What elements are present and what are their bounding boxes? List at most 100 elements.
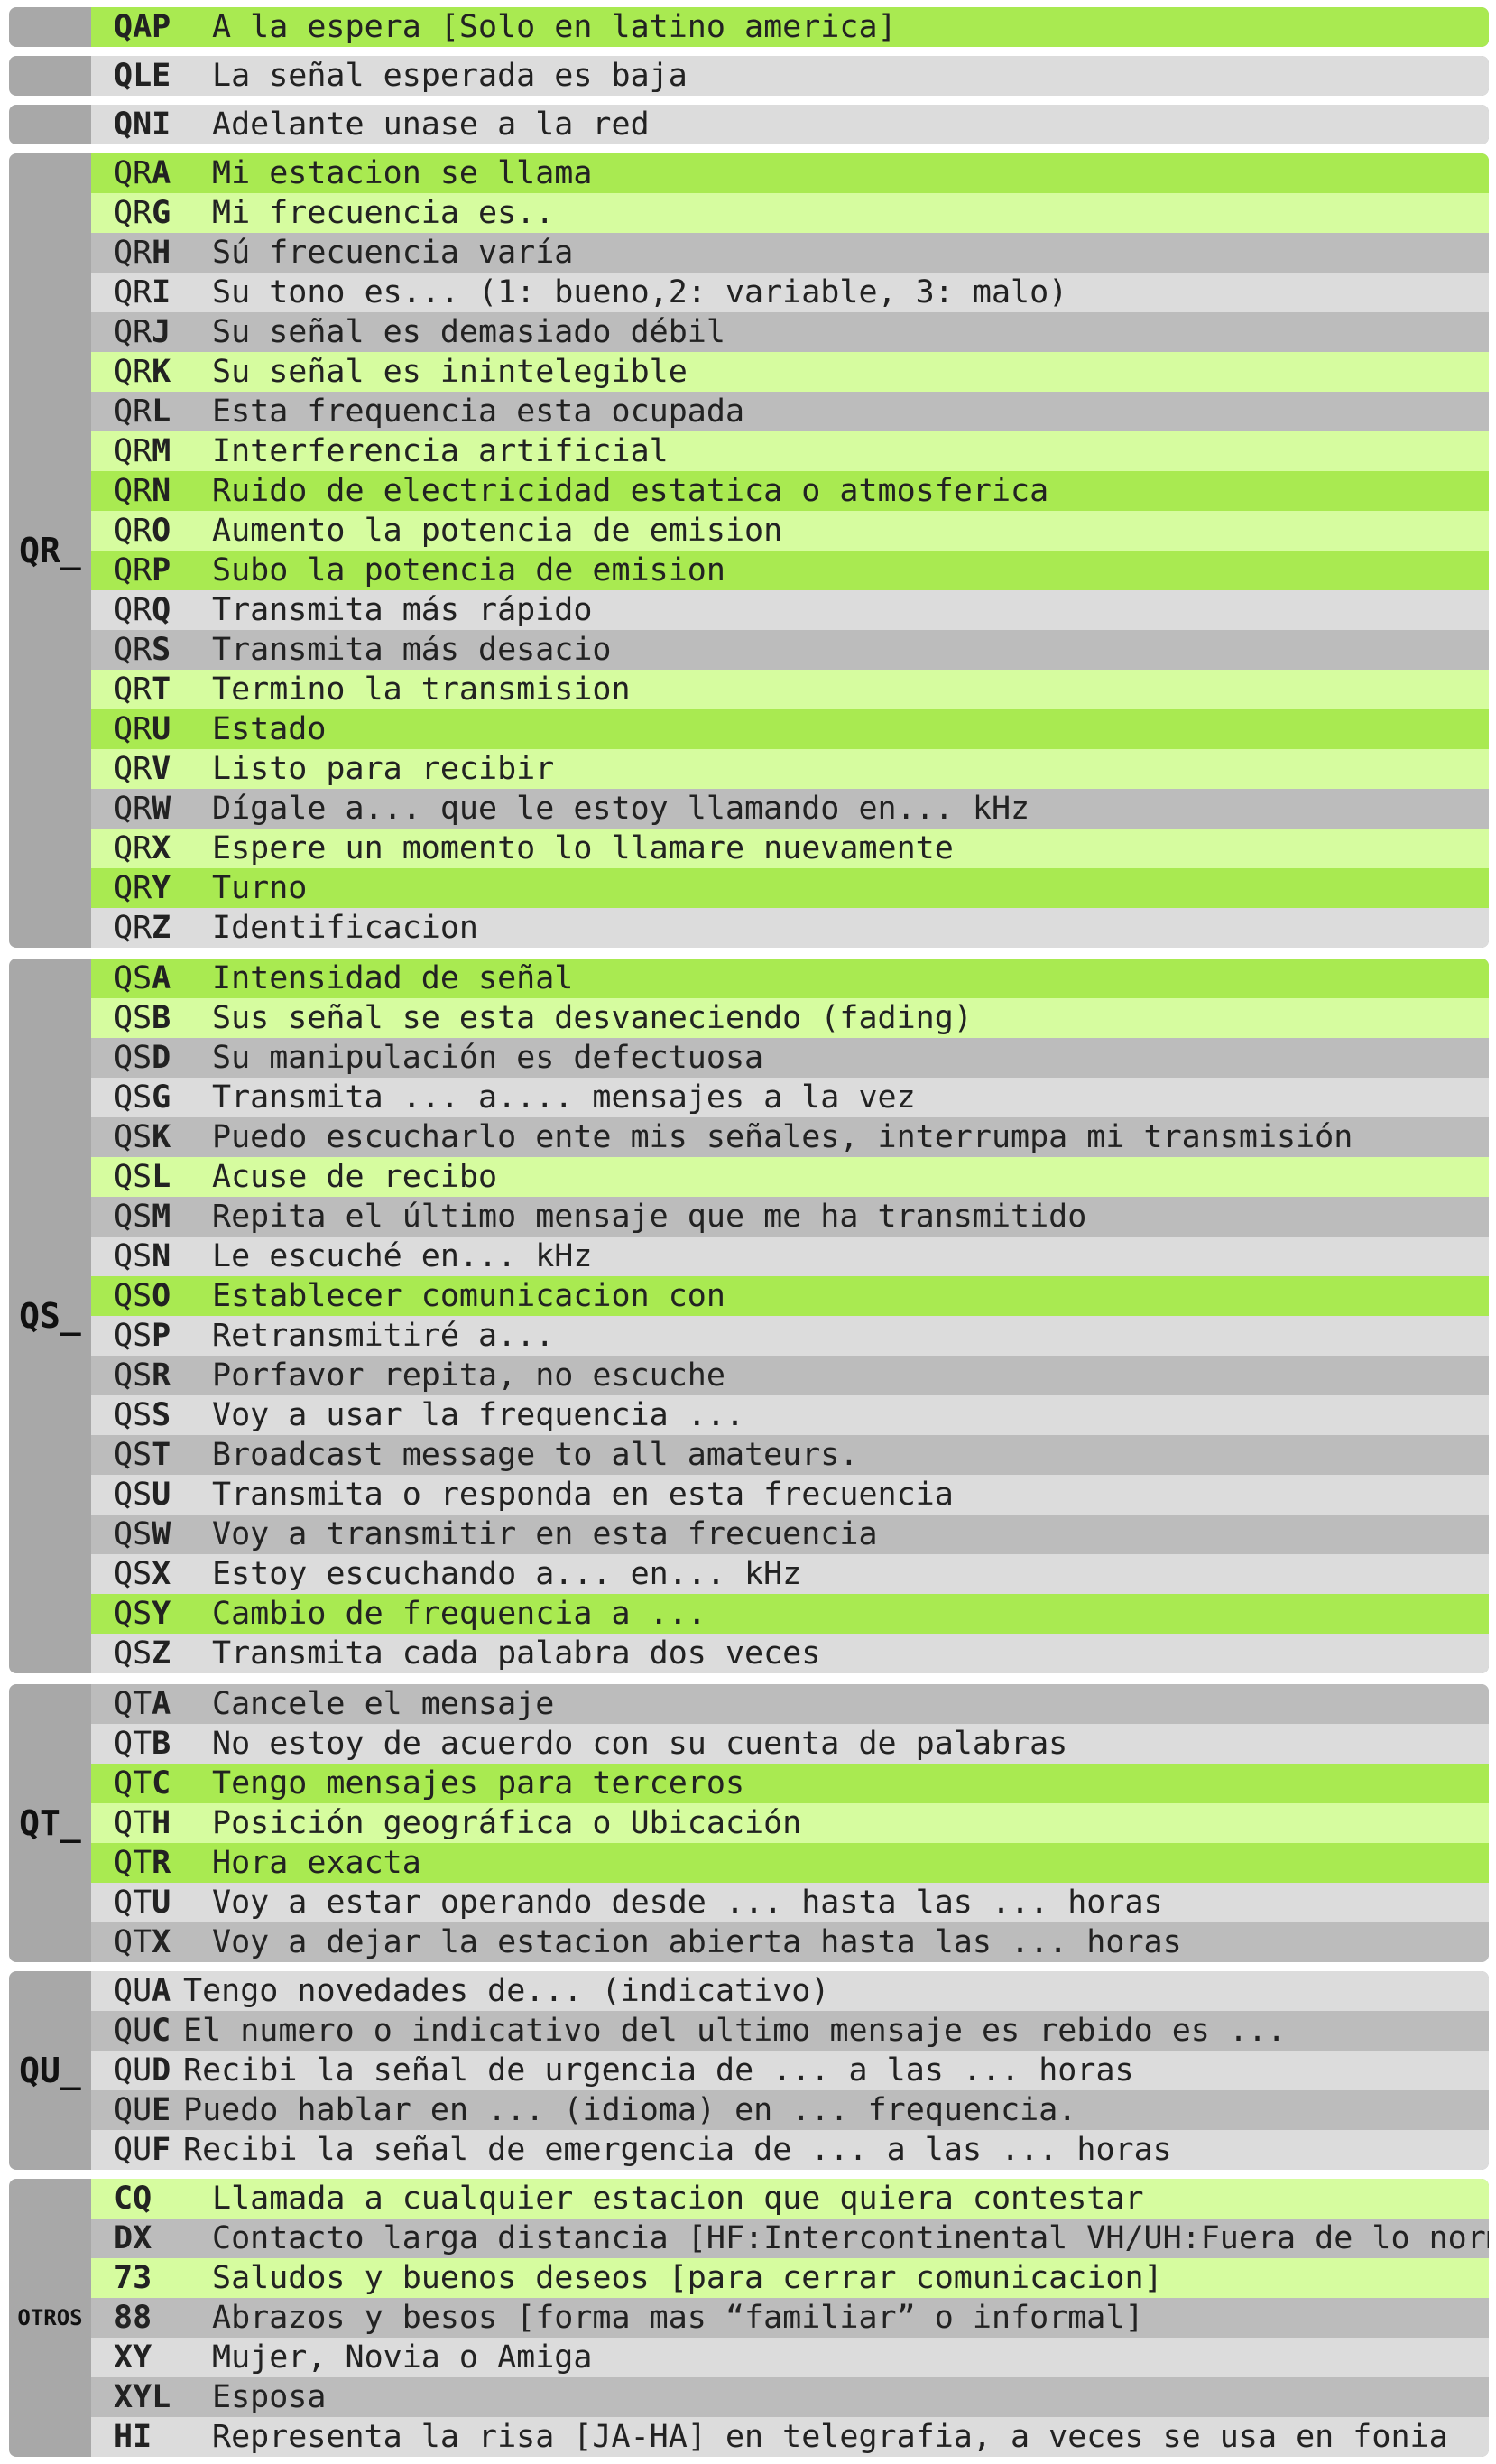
- code-row: QRZ Identificacion: [91, 908, 1489, 948]
- code-description: El numero o indicativo del ultimo mensaj…: [183, 2013, 1287, 2049]
- code-row: DX Contacto larga distancia [HF:Intercont…: [91, 2219, 1489, 2258]
- code-prefix: QR: [114, 632, 152, 668]
- code-row: QTB No estoy de acuerdo con su cuenta de …: [91, 1724, 1489, 1764]
- code-suffix: L: [152, 1159, 171, 1195]
- code-prefix: QS: [114, 1278, 152, 1314]
- code-description: Mi estacion se llama: [212, 155, 593, 191]
- code-description: Voy a dejar la estacion abierta hasta la…: [212, 1924, 1182, 1960]
- code-prefix: QU: [114, 2013, 152, 2049]
- code-abbreviation: QSD: [91, 1040, 193, 1076]
- code-prefix: QT: [114, 1885, 152, 1921]
- code-suffix: X: [152, 1924, 171, 1960]
- code-description: Subo la potencia de emision: [212, 552, 725, 588]
- code-prefix: QS: [114, 1318, 152, 1354]
- code-description: Cambio de frequencia a ...: [212, 1596, 706, 1632]
- code-abbreviation: QRK: [91, 354, 193, 390]
- code-abbreviation: QUD: [91, 2052, 171, 2089]
- code-row: QSL Acuse de recibo: [91, 1157, 1489, 1197]
- code-abbreviation: CQ: [91, 2181, 193, 2217]
- code-description: Hora exacta: [212, 1845, 421, 1881]
- code-prefix: QR: [114, 830, 152, 866]
- code-description: Establecer comunicacion con: [212, 1278, 725, 1314]
- code-suffix: P: [152, 1318, 171, 1354]
- code-row: QLE La señal esperada es baja: [91, 56, 1489, 96]
- code-row: QRN Ruido de electricidad estatica o atmo…: [91, 471, 1489, 511]
- code-prefix: QU: [114, 2052, 152, 2089]
- code-prefix: QR: [114, 751, 152, 787]
- code-suffix: J: [152, 314, 171, 350]
- code-suffix: B: [152, 1000, 171, 1036]
- code-row: QSR Porfavor repita, no escuche: [91, 1356, 1489, 1395]
- code-row: QRM Interferencia artificial: [91, 431, 1489, 471]
- code-suffix: N: [152, 473, 171, 509]
- code-description: Recibi la señal de emergencia de ... a l…: [183, 2132, 1172, 2168]
- code-prefix: QT: [114, 1805, 152, 1841]
- code-description: Posición geográfica o Ubicación: [212, 1805, 802, 1841]
- code-description: Listo para recibir: [212, 751, 555, 787]
- code-prefix: QR: [114, 910, 152, 946]
- code-row: QSB Sus señal se esta desvaneciendo (fadi…: [91, 998, 1489, 1038]
- code-group: QNI Adelante unase a la red: [9, 105, 1489, 144]
- code-suffix: Q: [152, 592, 171, 628]
- code-prefix: QR: [114, 354, 152, 390]
- code-row: QSO Establecer comunicacion con: [91, 1276, 1489, 1316]
- code-row: QSY Cambio de frequencia a ...: [91, 1594, 1489, 1634]
- code-suffix: XYL: [114, 2379, 171, 2415]
- code-description: Saludos y buenos deseos [para cerrar com…: [212, 2260, 1163, 2296]
- code-row: QUE Puedo hablar en ... (idioma) en ... f…: [91, 2090, 1489, 2130]
- code-abbreviation: QTB: [91, 1726, 193, 1762]
- code-suffix: M: [152, 433, 171, 469]
- code-row: QRT Termino la transmision: [91, 670, 1489, 709]
- code-row: QRY Turno: [91, 868, 1489, 908]
- code-row: QRP Subo la potencia de emision: [91, 551, 1489, 590]
- group-rows: QSA Intensidad de señal QSB Sus señal se es…: [91, 959, 1489, 1673]
- code-description: Puedo escucharlo ente mis señales, inter…: [212, 1119, 1353, 1155]
- code-prefix: QT: [114, 1924, 152, 1960]
- code-prefix: QS: [114, 960, 152, 996]
- code-suffix: 73: [114, 2260, 152, 2296]
- code-suffix: Y: [152, 870, 171, 906]
- code-abbreviation: QNI: [91, 107, 193, 143]
- code-prefix: QR: [114, 155, 152, 191]
- code-prefix: QS: [114, 1635, 152, 1672]
- code-row: QSA Intensidad de señal: [91, 959, 1489, 998]
- code-description: Tengo novedades de... (indicativo): [183, 1973, 830, 2009]
- code-abbreviation: QRV: [91, 751, 193, 787]
- code-suffix: Z: [152, 1635, 171, 1672]
- code-abbreviation: QRY: [91, 870, 193, 906]
- code-prefix: QR: [114, 711, 152, 747]
- code-abbreviation: QST: [91, 1437, 193, 1473]
- code-abbreviation: QRH: [91, 235, 193, 271]
- code-abbreviation: QSU: [91, 1477, 193, 1513]
- code-prefix: QR: [114, 592, 152, 628]
- code-prefix: QR: [114, 433, 152, 469]
- code-suffix: R: [152, 1357, 171, 1394]
- code-description: Termino la transmision: [212, 672, 631, 708]
- code-description: Dígale a... que le estoy llamando en... …: [212, 791, 1030, 827]
- code-abbreviation: QSR: [91, 1357, 193, 1394]
- code-abbreviation: QRA: [91, 155, 193, 191]
- code-row: QSN Le escuché en... kHz: [91, 1237, 1489, 1276]
- code-row: QNI Adelante unase a la red: [91, 105, 1489, 144]
- code-suffix: E: [152, 2092, 171, 2128]
- code-description: Transmita cada palabra dos veces: [212, 1635, 821, 1672]
- code-row: QRQ Transmita más rápido: [91, 590, 1489, 630]
- code-description: Estado: [212, 711, 327, 747]
- code-description: Repita el último mensaje que me ha trans…: [212, 1199, 1087, 1235]
- code-suffix: O: [152, 1278, 171, 1314]
- code-group: OTROS CQ Llamada a cualquier estacion que …: [9, 2179, 1489, 2457]
- code-suffix: I: [152, 274, 171, 310]
- code-abbreviation: QRQ: [91, 592, 193, 628]
- code-group: QU_ QUA Tengo novedades de... (indicativo)…: [9, 1971, 1489, 2170]
- code-description: Mujer, Novia o Amiga: [212, 2339, 593, 2376]
- code-abbreviation: DX: [91, 2220, 193, 2256]
- group-label: [9, 105, 91, 144]
- code-description: Le escuché en... kHz: [212, 1238, 593, 1274]
- code-row: QSP Retransmitiré a...: [91, 1316, 1489, 1356]
- code-description: Tengo mensajes para terceros: [212, 1765, 745, 1802]
- code-prefix: QR: [114, 314, 152, 350]
- code-abbreviation: 73: [91, 2260, 193, 2296]
- code-prefix: QS: [114, 1477, 152, 1513]
- code-description: Llamada a cualquier estacion que quiera …: [212, 2181, 1144, 2217]
- code-prefix: QT: [114, 1845, 152, 1881]
